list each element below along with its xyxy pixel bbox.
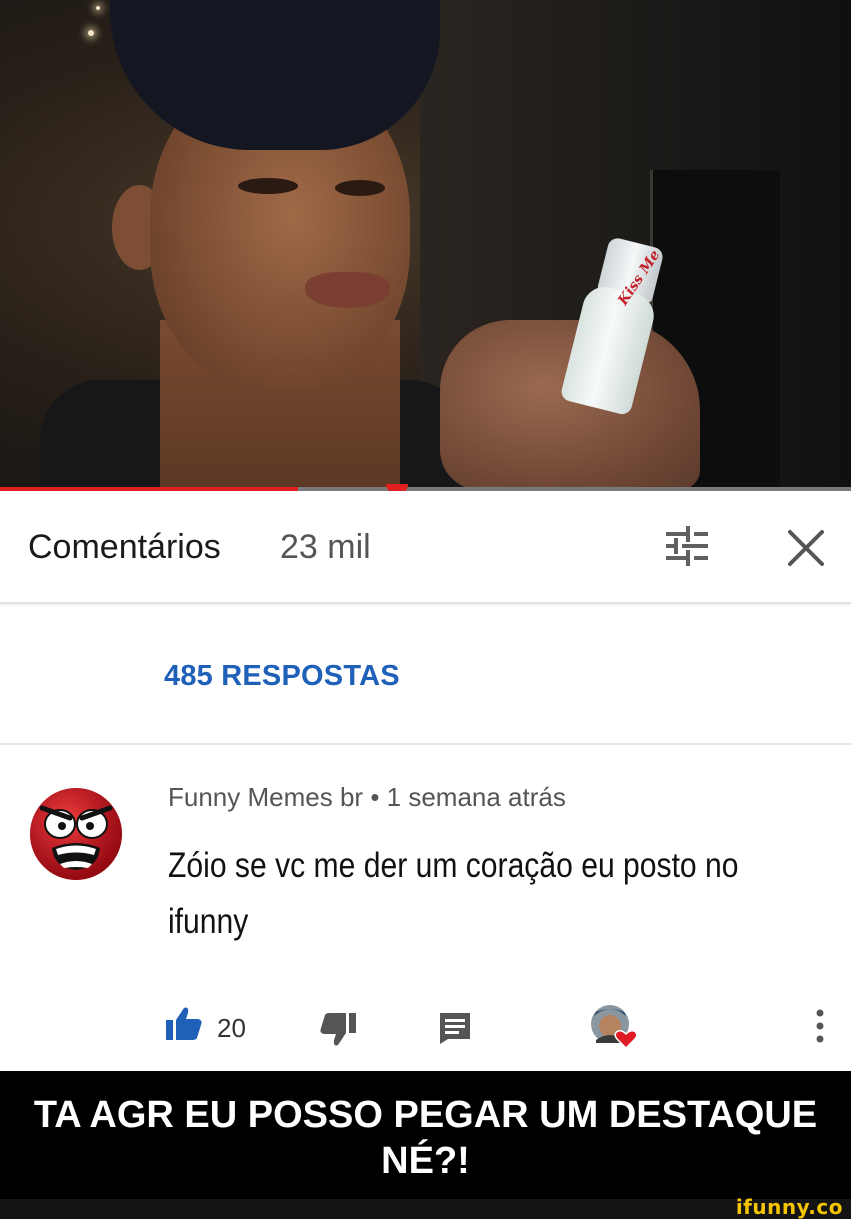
like-button[interactable] (164, 1006, 204, 1047)
person-eye (335, 180, 385, 196)
dislike-button[interactable] (318, 1011, 358, 1052)
more-vert-icon (816, 1009, 824, 1043)
meme-caption: TA AGR EU POSSO PEGAR UM DESTAQUE NÉ?! (0, 1071, 851, 1199)
more-options-button[interactable] (810, 1008, 830, 1044)
reply-button[interactable] (438, 1011, 472, 1050)
close-icon (788, 530, 824, 566)
comment-meta: Funny Memes br • 1 semana atrás (168, 782, 566, 813)
sort-sliders-icon (666, 526, 708, 566)
person-eye (238, 178, 298, 194)
angry-face-avatar-icon (30, 788, 122, 880)
meta-separator: • (370, 782, 380, 812)
ceiling-light (88, 30, 94, 36)
creator-heart-icon (591, 1005, 638, 1050)
divider (0, 743, 851, 745)
comments-title: Comentários (28, 528, 221, 566)
footer-bar (0, 1199, 851, 1219)
close-button[interactable] (780, 522, 832, 574)
ifunny-watermark: ifunny.co (735, 1195, 843, 1219)
thumbs-down-icon (320, 1013, 356, 1046)
video-player[interactable]: Kiss Me (0, 0, 851, 490)
comment-text: Zóio se vc me der um coração eu posto no… (168, 846, 739, 941)
sort-button[interactable] (660, 522, 714, 570)
avatar[interactable] (28, 786, 124, 882)
reply-icon (440, 1013, 470, 1044)
comment-author[interactable]: Funny Memes br (168, 782, 363, 812)
person-hair (110, 0, 440, 150)
thumbs-up-icon (166, 1007, 202, 1040)
creator-heart (590, 1004, 640, 1050)
ceiling-light (96, 6, 100, 10)
person-mouth (305, 272, 390, 308)
like-count: 20 (217, 1013, 246, 1043)
view-replies-link[interactable]: 485 RESPOSTAS (164, 660, 400, 693)
comment-time: 1 semana atrás (386, 782, 566, 812)
comments-count: 23 mil (280, 528, 371, 566)
